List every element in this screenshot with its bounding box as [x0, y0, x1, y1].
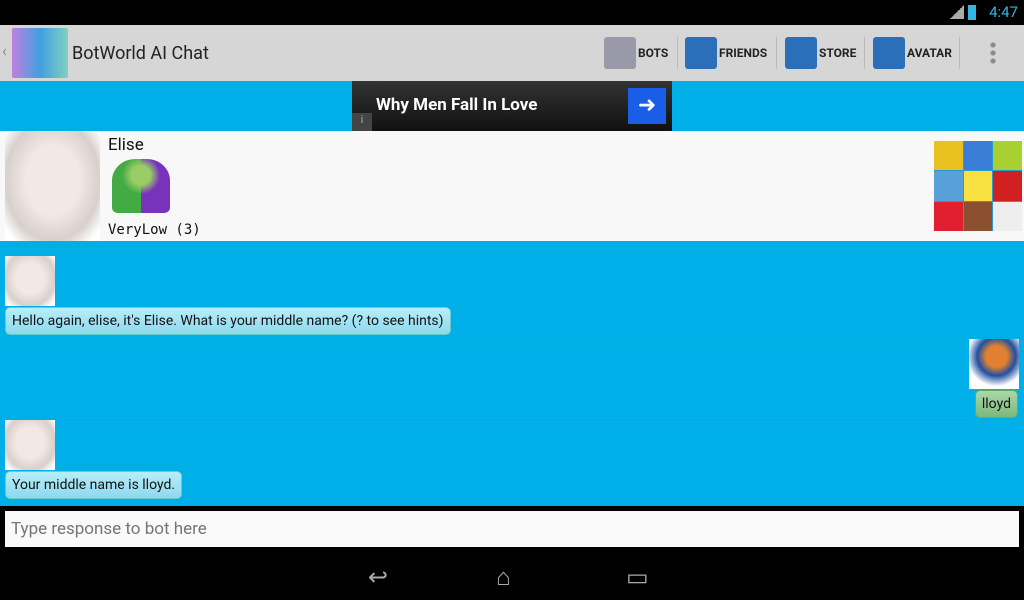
drink-gift[interactable] [993, 201, 1022, 231]
message-row: Hello again, elise, it's Elise. What is … [0, 255, 1024, 335]
bot-avatar[interactable] [5, 131, 100, 241]
back-caret-icon[interactable]: ‹ [2, 41, 7, 60]
bots-label: BOTS [638, 46, 669, 60]
chocolate-gift[interactable] [963, 201, 993, 231]
back-icon[interactable]: ↩ [368, 563, 388, 591]
arrow-right-icon[interactable]: ➜ [628, 88, 666, 124]
message-row: Your middle name is lloyd. [0, 419, 1024, 499]
bot-message: Your middle name is lloyd. [5, 471, 183, 499]
app-icon[interactable] [12, 28, 68, 78]
ad-bar: Why Men Fall In Love ➜ i [0, 81, 1024, 131]
divider [959, 37, 960, 69]
bots-icon [604, 37, 636, 69]
avatar-button[interactable]: AVATAR [873, 37, 952, 69]
divider [677, 37, 678, 69]
bot-profile: Elise VeryLow (3) [0, 131, 1024, 241]
signal-icon [950, 5, 964, 19]
friends-button[interactable]: FRIENDS [685, 37, 767, 69]
action-bar: ‹ BotWorld AI Chat BOTS FRIENDS STORE AV… [0, 25, 1024, 81]
battery-icon [968, 5, 976, 20]
message-row: lloyd [0, 337, 1024, 418]
divider [864, 37, 865, 69]
gift-grid[interactable] [934, 141, 1022, 231]
sky-gift[interactable] [963, 141, 993, 171]
chat-log[interactable]: Hello again, elise, it's Elise. What is … [0, 241, 1024, 506]
user-message: lloyd [974, 390, 1018, 418]
avatar-icon [873, 37, 905, 69]
store-button[interactable]: STORE [785, 37, 856, 69]
bot-message: Hello again, elise, it's Elise. What is … [5, 307, 451, 335]
cherry-gift[interactable] [993, 171, 1022, 201]
input-bar [0, 506, 1024, 553]
strawberry-gift[interactable] [934, 201, 963, 231]
response-input[interactable] [5, 511, 1019, 547]
info-icon[interactable]: i [352, 113, 372, 131]
sunflower-gift[interactable] [934, 141, 963, 171]
divider [776, 37, 777, 69]
bot-name: Elise [108, 135, 144, 155]
overflow-menu-icon[interactable] [990, 41, 996, 65]
landscape-gift[interactable] [934, 171, 963, 201]
relationship-level: VeryLow (3) [108, 222, 201, 238]
cart-icon [785, 37, 817, 69]
flowers-gift[interactable] [993, 141, 1022, 171]
bot-message-avatar[interactable] [5, 256, 55, 306]
user-message-avatar[interactable] [969, 339, 1019, 389]
bots-button[interactable]: BOTS [604, 37, 668, 69]
banana-gift[interactable] [963, 171, 993, 201]
store-label: STORE [819, 46, 857, 60]
relationship-icon [112, 159, 170, 213]
avatar-label: AVATAR [907, 46, 952, 60]
clock: 4:47 [989, 3, 1018, 21]
friends-icon [685, 37, 717, 69]
status-bar: 4:47 [0, 0, 1024, 25]
recent-apps-icon[interactable]: ▭ [626, 563, 649, 591]
ad-text: Why Men Fall In Love [376, 95, 538, 115]
app-title: BotWorld AI Chat [72, 43, 209, 64]
bot-message-avatar[interactable] [5, 420, 55, 470]
navigation-bar: ↩ ⌂ ▭ [0, 553, 1024, 600]
ad-banner[interactable]: Why Men Fall In Love ➜ i [352, 81, 672, 131]
home-icon[interactable]: ⌂ [496, 563, 511, 592]
friends-label: FRIENDS [719, 46, 768, 60]
